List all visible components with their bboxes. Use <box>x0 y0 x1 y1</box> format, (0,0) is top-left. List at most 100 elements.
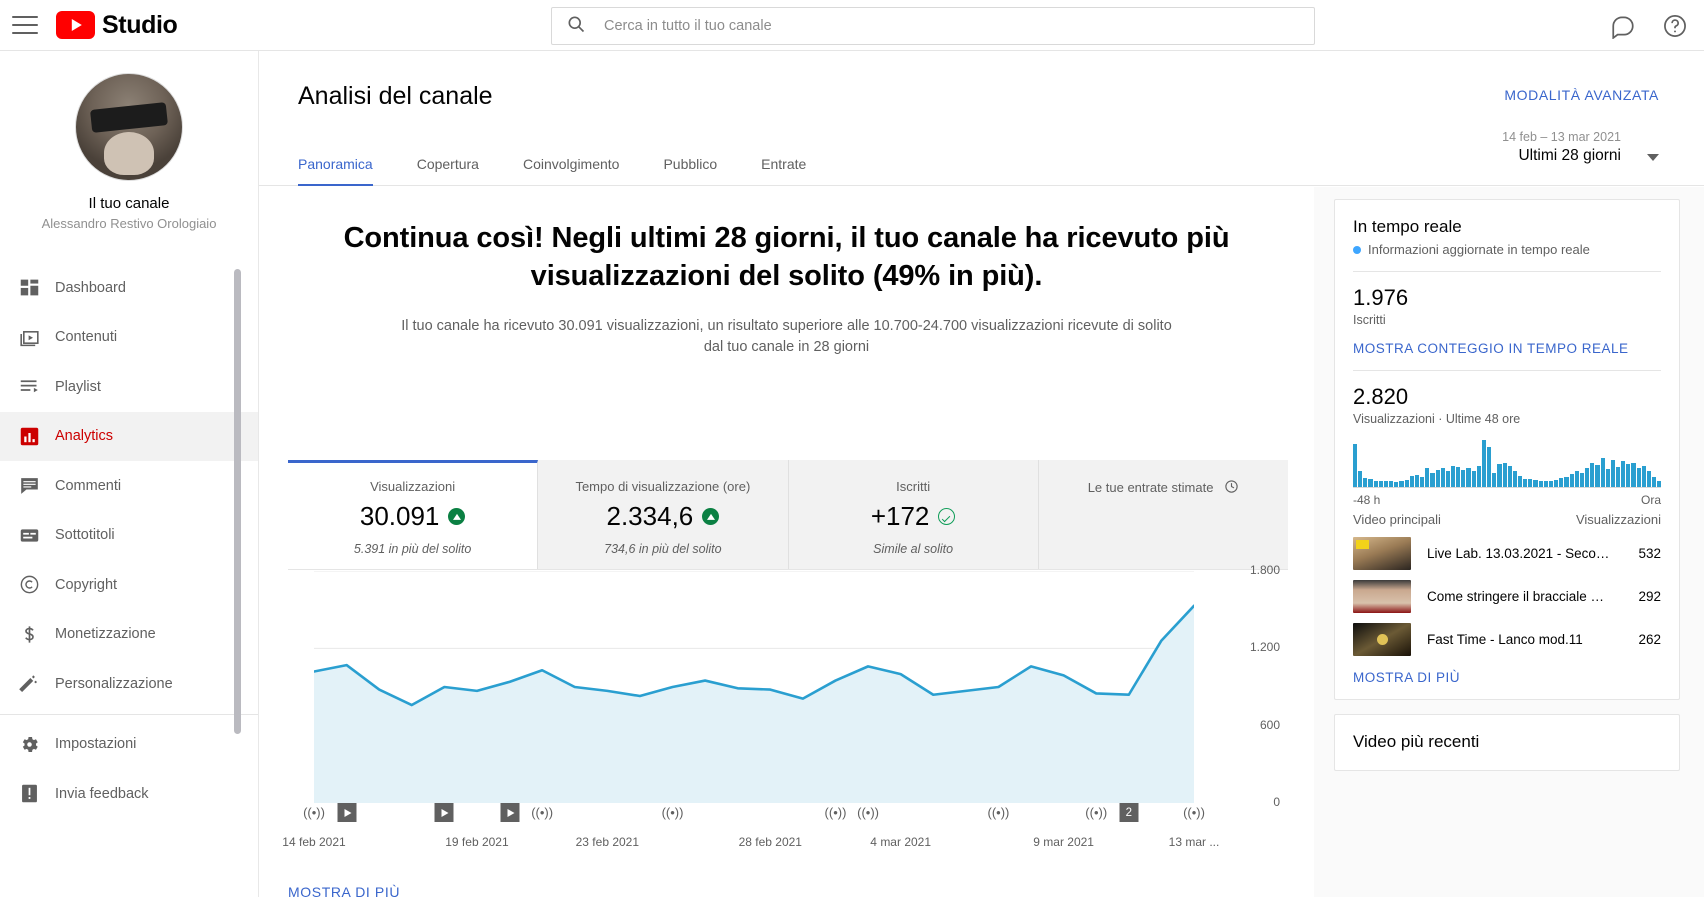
sidebar-item-impostazioni[interactable]: Impostazioni <box>0 720 258 770</box>
list-item[interactable]: Come stringere il bracciale … 292 <box>1353 580 1661 613</box>
sidebar-scrollbar[interactable] <box>234 269 241 734</box>
metric-label: Le tue entrate stimate <box>1039 479 1288 497</box>
sidebar-item-label: Impostazioni <box>55 736 137 753</box>
tab-pubblico[interactable]: Pubblico <box>641 156 739 185</box>
youtube-studio-logo[interactable]: Studio <box>56 11 178 40</box>
sidebar-item-commenti[interactable]: Commenti <box>0 461 258 511</box>
sidebar-item-label: Contenuti <box>55 329 118 346</box>
search-input[interactable] <box>602 17 1300 35</box>
sparkline-bar <box>1383 481 1389 487</box>
sparkline-bar <box>1590 462 1595 487</box>
live-broadcast-icon[interactable]: ((•)) <box>1085 803 1107 822</box>
sidebar-item-invia-feedback[interactable]: Invia feedback <box>0 769 258 819</box>
metric-cards: Visualizzazioni 30.091 5.391 in più del … <box>288 460 1288 570</box>
channel-name: Alessandro Restivo Orologiaio <box>41 216 217 231</box>
live-broadcast-icon[interactable]: ((•)) <box>988 803 1010 822</box>
tab-coinvolgimento[interactable]: Coinvolgimento <box>501 156 642 185</box>
live-broadcast-icon[interactable]: ((•)) <box>825 803 847 822</box>
sidebar-item-contenuti[interactable]: Contenuti <box>0 313 258 363</box>
realtime-views-label: Visualizzazioni · Ultime 48 ore <box>1353 412 1521 426</box>
sparkline-bar <box>1595 465 1600 487</box>
realtime-show-more-button[interactable]: MOSTRA DI PIÙ <box>1353 670 1661 685</box>
help-icon[interactable] <box>1662 13 1688 39</box>
sparkline-bar <box>1481 440 1487 487</box>
event-count-badge[interactable]: 2 <box>1119 803 1139 822</box>
metric-card-iscritti[interactable]: Iscritti +172 Simile al solito <box>788 460 1039 569</box>
magic-wand-icon <box>3 673 55 694</box>
metric-value-row: +172 <box>789 501 1038 532</box>
chart-y-axis: 0 600 1.200 1.800 <box>1226 563 1288 809</box>
date-range-value: Ultimi 28 giorni <box>1518 147 1621 164</box>
sparkline-bar <box>1404 480 1409 487</box>
realtime-views-value: 2.820 <box>1353 384 1409 409</box>
chart-x-tick: 23 feb 2021 <box>575 835 640 849</box>
sparkline-bar <box>1389 481 1394 487</box>
sparkline-bar <box>1430 472 1435 487</box>
tab-entrate[interactable]: Entrate <box>739 156 828 185</box>
realtime-card: In tempo reale Informazioni aggiornate i… <box>1334 199 1680 700</box>
live-broadcast-icon[interactable]: ((•)) <box>531 803 553 822</box>
live-broadcast-icon[interactable]: ((•)) <box>1183 803 1205 822</box>
search-box[interactable] <box>551 7 1315 45</box>
sidebar-item-playlist[interactable]: Playlist <box>0 362 258 412</box>
sidebar-item-monetizzazione[interactable]: Monetizzazione <box>0 610 258 660</box>
live-broadcast-icon[interactable]: ((•)) <box>303 803 325 822</box>
video-thumbnail <box>1353 537 1411 570</box>
video-views: 292 <box>1638 589 1661 604</box>
dollar-icon <box>3 624 55 645</box>
metric-card-tempo-di-visualizzazione[interactable]: Tempo di visualizzazione (ore) 2.334,6 7… <box>538 460 789 569</box>
trend-up-icon <box>702 508 720 525</box>
avatar[interactable] <box>75 73 183 181</box>
video-title: Live Lab. 13.03.2021 - Seco… <box>1427 546 1610 561</box>
realtime-note: Informazioni aggiornate in tempo reale <box>1353 242 1661 257</box>
sidebar-item-dashboard[interactable]: Dashboard <box>0 263 258 313</box>
top-videos-col-views: Visualizzazioni <box>1575 512 1661 527</box>
tab-panoramica[interactable]: Panoramica <box>298 156 395 186</box>
play-icon[interactable] <box>434 803 454 822</box>
sparkline-bar <box>1414 474 1420 487</box>
metric-card-entrate-stimate[interactable]: Le tue entrate stimate <box>1038 460 1288 569</box>
sidebar-item-analytics[interactable]: Analytics <box>0 411 258 461</box>
video-thumbnail <box>1353 623 1411 656</box>
sidebar-item-sottotitoli[interactable]: Sottotitoli <box>0 511 258 561</box>
play-icon[interactable] <box>500 803 520 822</box>
tab-copertura[interactable]: Copertura <box>395 156 501 185</box>
sparkline-bar <box>1615 467 1621 487</box>
sparkline-bar <box>1559 477 1564 487</box>
feedback-icon[interactable] <box>1610 13 1636 39</box>
recent-videos-title: Video più recenti <box>1353 732 1480 751</box>
metric-card-visualizzazioni[interactable]: Visualizzazioni 30.091 5.391 in più del … <box>288 460 539 569</box>
date-range-selector[interactable]: 14 feb – 13 mar 2021 Ultimi 28 giorni <box>1502 130 1659 165</box>
realtime-sparkline[interactable]: -48 h Ora <box>1353 440 1662 507</box>
chart-show-more-button[interactable]: MOSTRA DI PIÙ <box>288 884 400 897</box>
chart-plot-area <box>314 570 1194 804</box>
list-item[interactable]: Live Lab. 13.03.2021 - Seco… 532 <box>1353 537 1661 570</box>
chart-y-tick: 600 <box>1259 717 1280 732</box>
live-broadcast-icon[interactable]: ((•)) <box>662 803 684 822</box>
play-icon[interactable] <box>337 803 357 822</box>
sidebar-item-personalizzazione[interactable]: Personalizzazione <box>0 659 258 709</box>
feedback-alert-icon <box>3 783 55 804</box>
sidebar-item-copyright[interactable]: Copyright <box>0 560 258 610</box>
sparkline-bar <box>1621 460 1626 487</box>
sparkline-bar <box>1409 475 1414 487</box>
trend-steady-icon <box>938 508 956 525</box>
sidebar: Il tuo canale Alessandro Restivo Orologi… <box>0 51 259 897</box>
sidebar-item-label: Copyright <box>55 576 118 593</box>
analytics-tabs: Panoramica Copertura Coinvolgimento Pubb… <box>298 156 828 186</box>
show-realtime-count-button[interactable]: MOSTRA CONTEGGIO IN TEMPO REALE <box>1353 341 1661 356</box>
chart-x-tick: 4 mar 2021 <box>870 835 932 849</box>
list-item[interactable]: Fast Time - Lanco mod.11 262 <box>1353 623 1661 656</box>
sparkline-bar <box>1564 476 1569 487</box>
sparkline-bar <box>1420 476 1425 487</box>
sparkline-bar <box>1657 481 1662 487</box>
metric-subtext: 5.391 in più del solito <box>353 542 472 556</box>
live-broadcast-icon[interactable]: ((•)) <box>857 803 879 822</box>
video-views: 532 <box>1638 546 1661 561</box>
sparkline-bar <box>1626 464 1631 487</box>
hero-subline: Il tuo canale ha ricevuto 30.091 visuali… <box>401 317 1172 356</box>
hamburger-icon[interactable] <box>12 16 38 34</box>
video-title: Come stringere il bracciale … <box>1427 589 1605 604</box>
advanced-mode-button[interactable]: MODALITÀ AVANZATA <box>1504 87 1659 103</box>
views-chart[interactable]: 0 600 1.200 1.800 ((•)) ((•)) ((•)) ((•)) ((•))… <box>282 563 1288 861</box>
